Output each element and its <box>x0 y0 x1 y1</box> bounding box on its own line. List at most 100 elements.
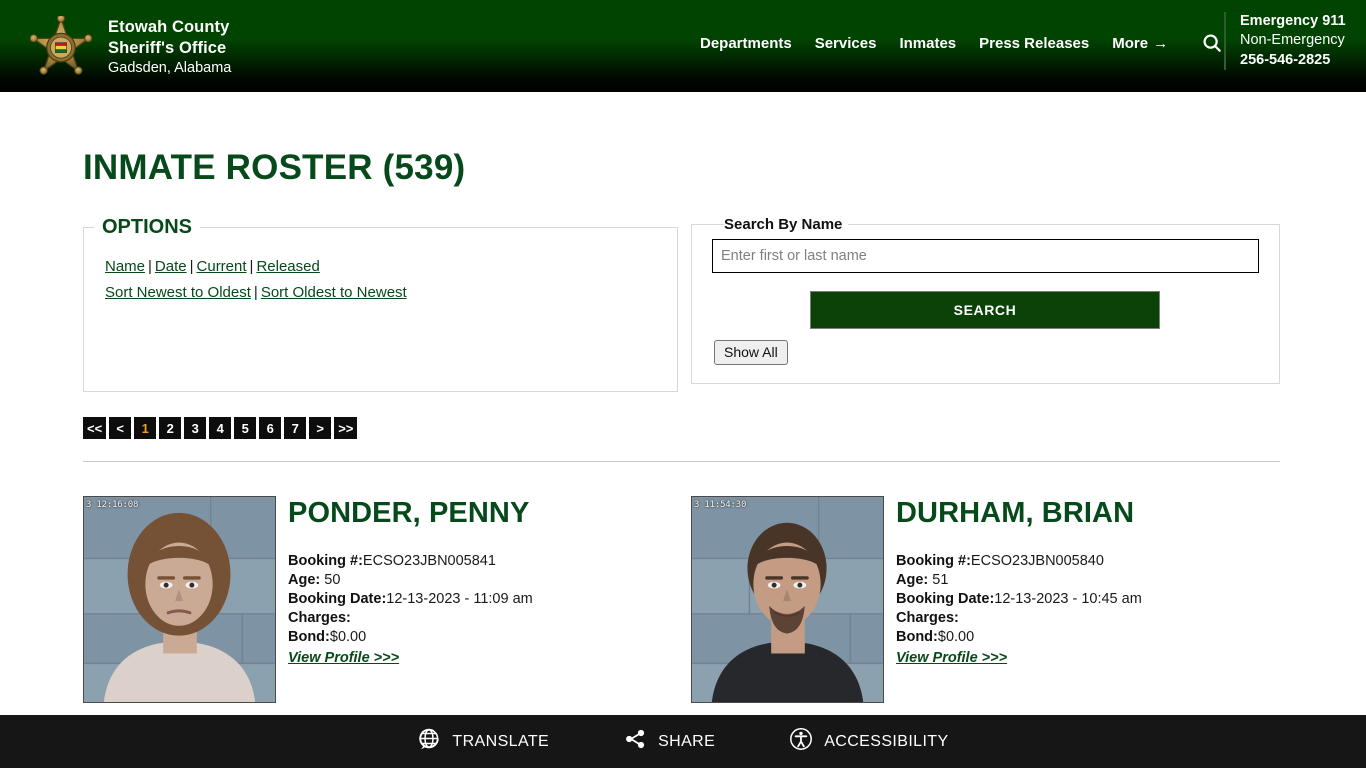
search-by-name-panel: Search By Name SEARCH Show All <box>691 216 1280 384</box>
nav-item-more[interactable]: More → <box>1112 35 1168 52</box>
option-link-released[interactable]: Released <box>256 258 319 275</box>
inmate-name[interactable]: DURHAM, BRIAN <box>896 497 1142 530</box>
pagination-item-2[interactable]: 2 <box>159 417 182 439</box>
pagination: << <1 2 3 4 5 6 7 > >> <box>0 417 1366 439</box>
option-separator: | <box>148 258 152 275</box>
label-booking-date: Booking Date: <box>288 590 387 607</box>
emergency-911-label: Emergency 911 <box>1240 13 1346 29</box>
translate-button[interactable]: TRANSLATE <box>417 727 549 756</box>
page-title: INMATE ROSTER (539) <box>83 148 466 187</box>
pagination-item-5[interactable]: 5 <box>234 417 257 439</box>
search-input[interactable] <box>712 239 1259 273</box>
option-link-current[interactable]: Current <box>197 258 247 275</box>
accessibility-label: ACCESSIBILITY <box>824 732 949 750</box>
nav-item-inmates[interactable]: Inmates <box>899 35 956 52</box>
inmate-age-row: Age: 51 <box>896 571 1142 590</box>
brand-text: Etowah County Sheriff's Office Gadsden, … <box>108 17 231 78</box>
share-button[interactable]: SHARE <box>623 727 715 756</box>
inmate-booking-date-row: Booking Date:12-13-2023 - 10:45 am <box>896 590 1142 609</box>
brand-line-county: Etowah County <box>108 17 230 36</box>
options-sort-row: Sort Newest to Oldest | Sort Oldest to New… <box>84 285 677 300</box>
value-bond: $0.00 <box>937 628 975 645</box>
inmate-details: Booking #:ECSO23JBN005840 Age: 51 Bookin… <box>896 552 1142 668</box>
inmate-bond-row: Bond:$0.00 <box>896 628 1142 647</box>
pagination-item-next[interactable]: > <box>309 417 332 439</box>
value-booking-number: ECSO23JBN005841 <box>362 552 496 569</box>
globe-speech-icon <box>417 727 441 756</box>
inmate-charges-row: Charges: <box>288 609 533 628</box>
value-age: 50 <box>324 571 341 588</box>
pagination-item-7[interactable]: 7 <box>284 417 307 439</box>
option-link-sort-newest-to-oldest[interactable]: Sort Newest to Oldest <box>105 284 251 301</box>
label-booking-number: Booking #: <box>288 552 363 569</box>
site-header: Etowah County Sheriff's Office Gadsden, … <box>0 0 1366 92</box>
search-button[interactable]: SEARCH <box>810 291 1160 329</box>
inmate-booking-number-row: Booking #:ECSO23JBN005841 <box>288 552 533 571</box>
options-legend: OPTIONS <box>102 216 193 238</box>
inmate-card: 3 12:16:08 PONDER, PENNY Booking #:ECSO2… <box>83 496 683 703</box>
label-age: Age: <box>288 571 321 588</box>
nav-item-departments[interactable]: Departments <box>700 35 792 52</box>
option-separator: | <box>189 258 194 275</box>
controls-row: OPTIONS Name | Date | Current | Released Sort … <box>0 216 1366 392</box>
pagination-item-prevprev[interactable]: << <box>83 417 107 439</box>
inmate-card: 3 11:54:30 DURHAM, BRIAN Booking #:ECSO2… <box>691 496 1291 703</box>
mugshot-timestamp: 3 12:16:08 <box>86 500 139 510</box>
accessibility-button[interactable]: ACCESSIBILITY <box>789 727 948 756</box>
inmate-info: DURHAM, BRIAN Booking #:ECSO23JBN005840 … <box>884 496 1142 668</box>
emergency-contact-block: Emergency 911 Non-Emergency 256-546-2825 <box>1224 12 1366 70</box>
value-bond: $0.00 <box>329 628 367 645</box>
search-panel-legend: Search By Name <box>724 216 843 233</box>
inmate-details: Booking #:ECSO23JBN005841 Age: 50 Bookin… <box>288 552 533 668</box>
view-profile-link[interactable]: View Profile >>> <box>896 649 1007 668</box>
brand-line-office: Sheriff's Office <box>108 38 227 57</box>
nav-item-more-label: More <box>1112 34 1149 52</box>
pagination-item-nextnext[interactable]: >> <box>334 417 358 439</box>
nav-item-press-releases[interactable]: Press Releases <box>979 35 1089 52</box>
non-emergency-label: Non-Emergency <box>1240 32 1345 49</box>
translate-label: TRANSLATE <box>452 732 550 750</box>
site-brand[interactable]: Etowah County Sheriff's Office Gadsden, … <box>0 0 231 82</box>
inmate-charges-row: Charges: <box>896 609 1142 628</box>
inmate-name[interactable]: PONDER, PENNY <box>288 497 533 530</box>
sheriff-star-badge-icon <box>29 14 93 78</box>
value-booking-number: ECSO23JBN005840 <box>970 552 1104 569</box>
options-filter-row: Name | Date | Current | Released <box>84 259 677 274</box>
options-panel: OPTIONS Name | Date | Current | Released Sort … <box>83 216 678 392</box>
accessibility-person-icon <box>789 727 813 756</box>
inmate-booking-date-row: Booking Date:12-13-2023 - 11:09 am <box>288 590 533 609</box>
option-link-date[interactable]: Date <box>155 258 187 275</box>
view-profile-link[interactable]: View Profile >>> <box>288 649 399 668</box>
pagination-item-1[interactable]: 1 <box>134 417 157 439</box>
label-charges: Charges: <box>896 609 959 626</box>
inmate-bond-row: Bond:$0.00 <box>288 628 533 647</box>
inmate-booking-number-row: Booking #:ECSO23JBN005840 <box>896 552 1142 571</box>
non-emergency-phone[interactable]: 256-546-2825 <box>1240 51 1366 70</box>
mugshot-timestamp: 3 11:54:30 <box>694 500 747 510</box>
inmate-roster-list: 3 12:16:08 PONDER, PENNY Booking #:ECSO2… <box>0 496 1366 703</box>
share-label: SHARE <box>658 732 716 750</box>
label-booking-date: Booking Date: <box>896 590 995 607</box>
pagination-item-6[interactable]: 6 <box>259 417 282 439</box>
brand-line-city: Gadsden, Alabama <box>108 59 232 76</box>
label-booking-number: Booking #: <box>896 552 971 569</box>
roster-divider <box>83 461 1280 462</box>
option-separator: | <box>249 258 254 275</box>
value-booking-date: 12-13-2023 - 10:45 am <box>994 590 1142 607</box>
mugshot-image[interactable]: 3 12:16:08 <box>83 496 276 703</box>
label-age: Age: <box>896 571 929 588</box>
nav-item-services[interactable]: Services <box>815 35 877 52</box>
option-link-name[interactable]: Name <box>105 258 145 275</box>
pagination-item-prev[interactable]: < <box>109 417 132 439</box>
inmate-age-row: Age: 50 <box>288 571 533 590</box>
main-navigation: Departments Services Inmates Press Relea… <box>700 32 1223 54</box>
value-booking-date: 12-13-2023 - 11:09 am <box>386 590 533 607</box>
show-all-button[interactable]: Show All <box>714 340 788 365</box>
option-link-sort-oldest-to-newest[interactable]: Sort Oldest to Newest <box>261 284 407 301</box>
mugshot-image[interactable]: 3 11:54:30 <box>691 496 884 703</box>
label-bond: Bond: <box>896 628 938 645</box>
bottom-utility-bar: TRANSLATE SHARE ACCESSIBILITY <box>0 715 1366 768</box>
search-icon[interactable] <box>1201 32 1223 54</box>
pagination-item-3[interactable]: 3 <box>184 417 207 439</box>
pagination-item-4[interactable]: 4 <box>209 417 232 439</box>
